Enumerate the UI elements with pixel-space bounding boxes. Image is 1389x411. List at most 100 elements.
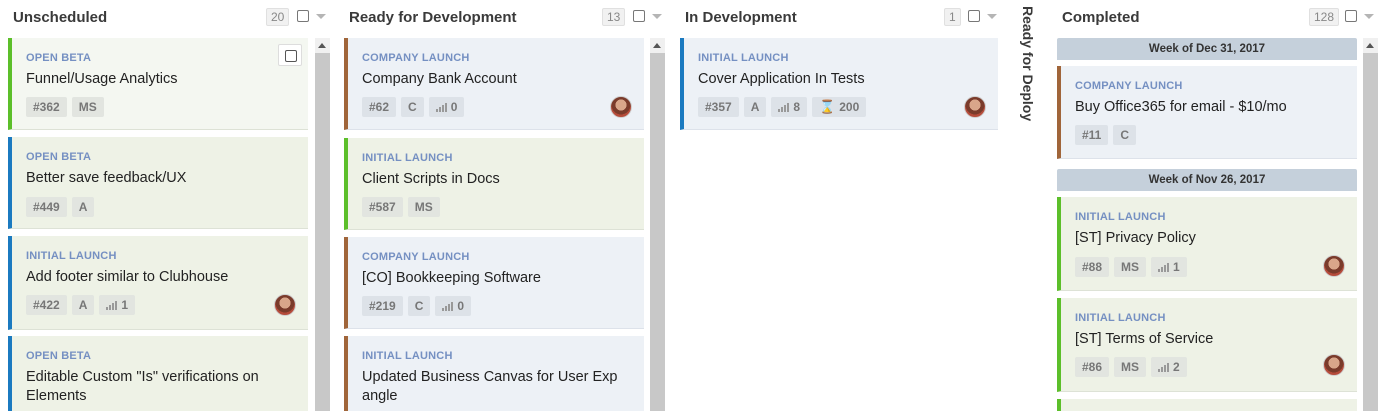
chevron-down-icon[interactable]	[316, 14, 326, 19]
owner-badge: A	[743, 97, 767, 117]
story-id-badge: #587	[362, 197, 403, 217]
epic-label: INITIAL LAUNCH	[26, 250, 117, 262]
story-card[interactable]: INITIAL LAUNCH Updated Business Canvas f…	[344, 336, 644, 411]
story-id-badge: #357	[698, 97, 739, 117]
epic-label: INITIAL LAUNCH	[698, 52, 789, 64]
select-all-checkbox[interactable]	[297, 10, 309, 22]
chevron-down-icon[interactable]	[987, 14, 997, 19]
card-title[interactable]: Add footer similar to Clubhouse	[26, 268, 296, 287]
story-card[interactable]: COMPANY LAUNCH [CO] Bookkeeping Software…	[344, 237, 644, 329]
owner-badge: MS	[71, 97, 104, 117]
story-id-badge: #86	[1075, 357, 1110, 377]
epic-label: OPEN BETA	[26, 350, 92, 362]
estimate-badge: 2	[1151, 357, 1187, 377]
column-scrollbar[interactable]	[315, 38, 330, 411]
story-id-badge: #449	[26, 197, 67, 217]
estimate-icon	[442, 301, 454, 311]
owner-badge: C	[407, 296, 431, 316]
story-card[interactable]: OPEN BETA Funnel/Usage Analytics #362 MS	[8, 38, 308, 130]
epic-label: COMPANY LAUNCH	[362, 251, 470, 263]
estimate-icon	[1158, 262, 1170, 272]
estimate-value: 0	[457, 299, 465, 313]
scroll-up-icon[interactable]	[650, 38, 665, 53]
card-badges: #357 A 8 ⌛ 200	[698, 97, 867, 117]
estimate-badge: 1	[99, 295, 136, 315]
column-header: Completed 128	[1057, 0, 1379, 36]
column-scrollbar[interactable]	[650, 38, 665, 411]
column-header: In Development 1	[680, 0, 1000, 36]
card-title[interactable]: [CO] Bookkeeping Software	[362, 269, 632, 288]
card-title[interactable]: [ST] Privacy Policy	[1075, 229, 1345, 248]
estimate-value: 1	[121, 298, 129, 312]
column-count-badge: 20	[266, 8, 290, 26]
story-card[interactable]: COMPANY LAUNCH Buy Office365 for email -…	[1057, 66, 1357, 159]
owner-badge: A	[71, 295, 95, 315]
estimate-icon	[778, 102, 790, 112]
card-title[interactable]: [ST] Terms of Service	[1075, 330, 1345, 349]
column-title: Unscheduled	[13, 9, 108, 26]
card-select-checkbox[interactable]	[278, 44, 302, 66]
story-id-badge: #62	[362, 97, 397, 117]
epic-label: INITIAL LAUNCH	[1075, 211, 1166, 223]
kanban-board: Unscheduled 20 OPEN BETA Funnel/Usage An…	[0, 0, 1389, 411]
story-id-badge: #11	[1075, 125, 1109, 145]
card-title[interactable]: Cover Application In Tests	[698, 70, 986, 89]
column-count-badge: 128	[1309, 8, 1340, 26]
story-card[interactable]: INITIAL LAUNCH Cover Application In Test…	[680, 38, 998, 130]
story-card[interactable]	[1057, 399, 1357, 411]
story-card[interactable]: OPEN BETA Editable Custom "Is" verificat…	[8, 336, 308, 411]
column-header: Unscheduled 20	[8, 0, 330, 36]
estimate-value: 8	[793, 100, 801, 114]
story-card[interactable]: COMPANY LAUNCH Company Bank Account #62 …	[344, 38, 644, 130]
select-all-checkbox[interactable]	[1345, 10, 1357, 22]
week-group-header: Week of Dec 31, 2017	[1057, 38, 1357, 60]
column-ready-for-deploy-collapsed[interactable]: Ready for Deploy	[1020, 6, 1036, 121]
story-card[interactable]: OPEN BETA Better save feedback/UX #449 A	[8, 137, 308, 229]
story-card[interactable]: INITIAL LAUNCH Add footer similar to Clu…	[8, 236, 308, 330]
card-title[interactable]: Funnel/Usage Analytics	[26, 70, 296, 89]
owner-avatar	[964, 96, 986, 118]
card-badges: #449 A	[26, 197, 95, 217]
card-title[interactable]: Better save feedback/UX	[26, 169, 296, 188]
week-group-header: Week of Nov 26, 2017	[1057, 169, 1357, 191]
scroll-up-icon[interactable]	[1363, 38, 1378, 53]
story-card[interactable]: INITIAL LAUNCH [ST] Terms of Service #86…	[1057, 298, 1357, 392]
card-title[interactable]: Editable Custom "Is" verifications on El…	[26, 368, 296, 406]
select-all-checkbox[interactable]	[968, 10, 980, 22]
story-id-badge: #362	[26, 97, 67, 117]
card-badges: #219 C 0	[362, 296, 472, 316]
card-badges: #88 MS 1	[1075, 257, 1187, 277]
owner-badge: C	[1113, 125, 1137, 145]
estimate-icon	[1158, 362, 1170, 372]
owner-badge: A	[71, 197, 95, 217]
estimate-value: 1	[1173, 260, 1180, 274]
card-badges: #86 MS 2	[1075, 357, 1187, 377]
estimate-icon	[435, 102, 447, 112]
story-id-badge: #422	[26, 295, 67, 315]
story-card[interactable]: INITIAL LAUNCH [ST] Privacy Policy #88 M…	[1057, 197, 1357, 291]
column-scrollbar[interactable]	[1363, 38, 1378, 411]
card-title[interactable]: Updated Business Canvas for User Exp ang…	[362, 368, 632, 406]
card-badges: #422 A 1	[26, 295, 136, 315]
epic-label: COMPANY LAUNCH	[1075, 80, 1183, 92]
column-title: Ready for Development	[349, 9, 517, 26]
scroll-up-icon[interactable]	[315, 38, 330, 53]
story-id-badge: #219	[362, 296, 403, 316]
owner-avatar	[274, 294, 296, 316]
column-header: Ready for Development 13	[344, 0, 666, 36]
column-count-badge: 13	[602, 8, 626, 26]
card-badges: #587 MS	[362, 197, 440, 217]
select-all-checkbox[interactable]	[633, 10, 645, 22]
card-title[interactable]: Company Bank Account	[362, 70, 632, 89]
story-card[interactable]: INITIAL LAUNCH Client Scripts in Docs #5…	[344, 138, 644, 230]
estimate-value: 0	[450, 100, 458, 114]
chevron-down-icon[interactable]	[652, 14, 662, 19]
owner-badge: MS	[1114, 357, 1147, 377]
epic-label: COMPANY LAUNCH	[362, 52, 470, 64]
card-title[interactable]: Client Scripts in Docs	[362, 170, 632, 189]
card-title[interactable]: Buy Office365 for email - $10/mo	[1075, 98, 1345, 117]
time-value: 200	[839, 100, 860, 114]
chevron-down-icon[interactable]	[1364, 14, 1374, 19]
estimate-badge: 8	[771, 97, 808, 117]
column-title: Completed	[1062, 9, 1140, 26]
